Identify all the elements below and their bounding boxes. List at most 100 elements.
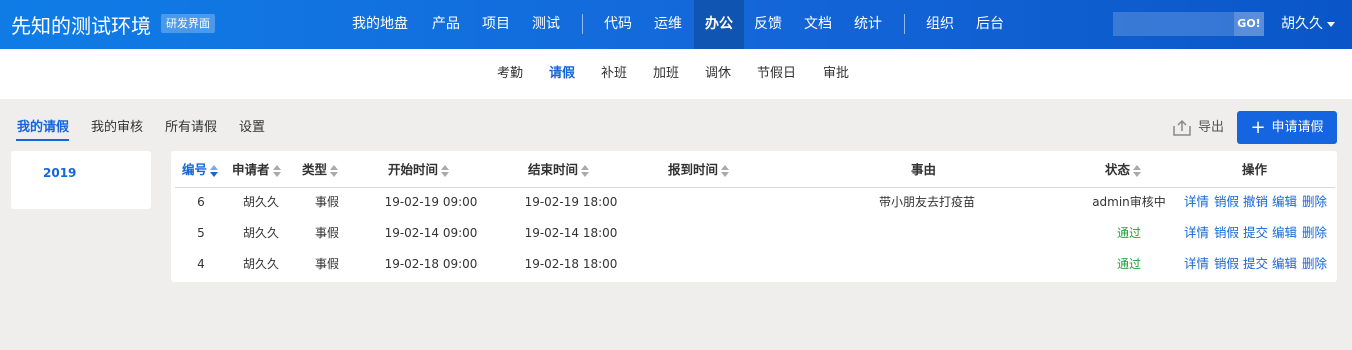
sort-icon [1133,164,1142,177]
year-filter-panel: 2019 [11,151,151,209]
col-header-reason: 事由 [911,162,937,177]
search-go-button[interactable]: GO! [1234,12,1264,36]
user-name: 胡久久 [1281,16,1323,32]
nav-test[interactable]: 测试 [532,0,560,49]
cell-applicant: 胡久久 [242,226,279,240]
action-cancel-leave[interactable]: 销假 [1214,254,1239,274]
subnav-overtime[interactable]: 加班 [653,49,679,99]
app-title[interactable]: 先知的测试环境 [11,10,151,39]
nav-divider [582,14,583,34]
sort-icon [272,164,281,177]
search-input[interactable] [1113,12,1234,36]
subnav-makeup[interactable]: 补班 [601,49,627,99]
cell-type: 事假 [314,226,339,240]
chevron-down-icon [1327,21,1335,27]
nav-product[interactable]: 产品 [432,0,460,49]
nav-ops[interactable]: 运维 [654,0,682,49]
cell-applicant: 胡久久 [242,257,279,271]
subnav-review[interactable]: 审批 [823,49,849,99]
nav-docs[interactable]: 文档 [804,0,832,49]
sort-desc-icon [210,164,219,177]
col-header-id[interactable]: 编号 [182,160,219,180]
col-header-report[interactable]: 报到时间 [668,160,730,180]
cell-reason [827,254,1027,274]
col-header-status[interactable]: 状态 [1105,160,1142,180]
user-menu[interactable]: 胡久久 [1281,0,1335,49]
subnav-lieu[interactable]: 调休 [705,49,731,99]
export-button[interactable]: 导出 [1172,116,1224,136]
environment-badge: 研发界面 [161,14,215,33]
sort-icon [330,164,339,177]
action-delete[interactable]: 删除 [1302,192,1327,212]
action-cancel-leave[interactable]: 销假 [1214,192,1239,212]
nav-divider [904,14,905,34]
header-divider [175,187,1335,188]
cell-start: 19-02-14 09:00 [384,226,478,240]
action-detail[interactable]: 详情 [1184,254,1209,274]
action-submit[interactable]: 提交 [1243,223,1268,243]
cell-type: 事假 [314,257,339,271]
subnav-leave[interactable]: 请假 [549,49,575,99]
cell-end: 19-02-18 18:00 [524,257,618,271]
active-tab-indicator [16,139,69,141]
cell-id: 5 [197,226,205,240]
nav-my-dashboard[interactable]: 我的地盘 [352,0,408,49]
apply-leave-button[interactable]: + 申请请假 [1237,111,1337,144]
action-detail[interactable]: 详情 [1184,223,1209,243]
tab-my-leave[interactable]: 我的请假 [17,116,69,138]
nav-project[interactable]: 项目 [482,0,510,49]
top-header: 先知的测试环境 研发界面 我的地盘 产品 项目 测试 代码 运维 办公 反馈 文… [0,0,1352,49]
nav-feedback[interactable]: 反馈 [754,0,782,49]
action-delete[interactable]: 删除 [1302,254,1327,274]
tab-all-leave[interactable]: 所有请假 [165,116,217,138]
cell-id: 4 [197,257,205,271]
cell-status: 通过 [1116,226,1141,240]
subnav-holiday[interactable]: 节假日 [757,49,796,99]
cell-applicant: 胡久久 [242,195,279,209]
nav-org[interactable]: 组织 [926,0,954,49]
nav-stats[interactable]: 统计 [854,0,882,49]
sort-icon [581,164,590,177]
col-header-applicant[interactable]: 申请者 [232,160,281,180]
apply-leave-label: 申请请假 [1271,120,1324,135]
nav-code[interactable]: 代码 [604,0,632,49]
cell-start: 19-02-18 09:00 [384,257,478,271]
cell-type: 事假 [314,195,339,209]
cell-report [656,254,766,274]
export-label: 导出 [1198,120,1225,135]
action-revoke[interactable]: 撤销 [1243,192,1268,212]
cell-status: admin审核中 [1092,195,1166,209]
sort-icon [441,164,450,177]
action-edit[interactable]: 编辑 [1272,192,1297,212]
action-detail[interactable]: 详情 [1184,192,1209,212]
col-header-actions: 操作 [1242,162,1268,177]
plus-icon: + [1250,117,1266,138]
action-edit[interactable]: 编辑 [1272,254,1297,274]
col-header-start[interactable]: 开始时间 [388,160,450,180]
cell-status: 通过 [1116,257,1141,271]
col-header-end[interactable]: 结束时间 [528,160,590,180]
cell-start: 19-02-19 09:00 [384,195,478,209]
cell-report [656,223,766,243]
cell-id: 6 [197,195,205,209]
leave-table: 编号 申请者 类型 开始时间 结束时间 报到时间 事由 状态 操作 6 胡久久 … [171,151,1337,282]
action-delete[interactable]: 删除 [1302,223,1327,243]
action-submit[interactable]: 提交 [1243,254,1268,274]
nav-admin[interactable]: 后台 [976,0,1004,49]
col-header-type[interactable]: 类型 [302,160,339,180]
cell-end: 19-02-14 18:00 [524,226,618,240]
tab-settings[interactable]: 设置 [239,116,265,138]
cell-reason: 带小朋友去打疫苗 [878,195,975,209]
cell-report [656,192,766,212]
sort-icon [721,164,730,177]
year-item[interactable]: 2019 [43,166,76,180]
cell-end: 19-02-19 18:00 [524,195,618,209]
subnav-attendance[interactable]: 考勤 [497,49,523,99]
nav-office[interactable]: 办公 [694,0,744,49]
action-edit[interactable]: 编辑 [1272,223,1297,243]
cell-reason [827,223,1027,243]
tab-my-review[interactable]: 我的审核 [91,116,143,138]
sub-navigation: 考勤 请假 补班 加班 调休 节假日 审批 [0,49,1352,99]
export-icon [1173,119,1191,136]
action-cancel-leave[interactable]: 销假 [1214,223,1239,243]
